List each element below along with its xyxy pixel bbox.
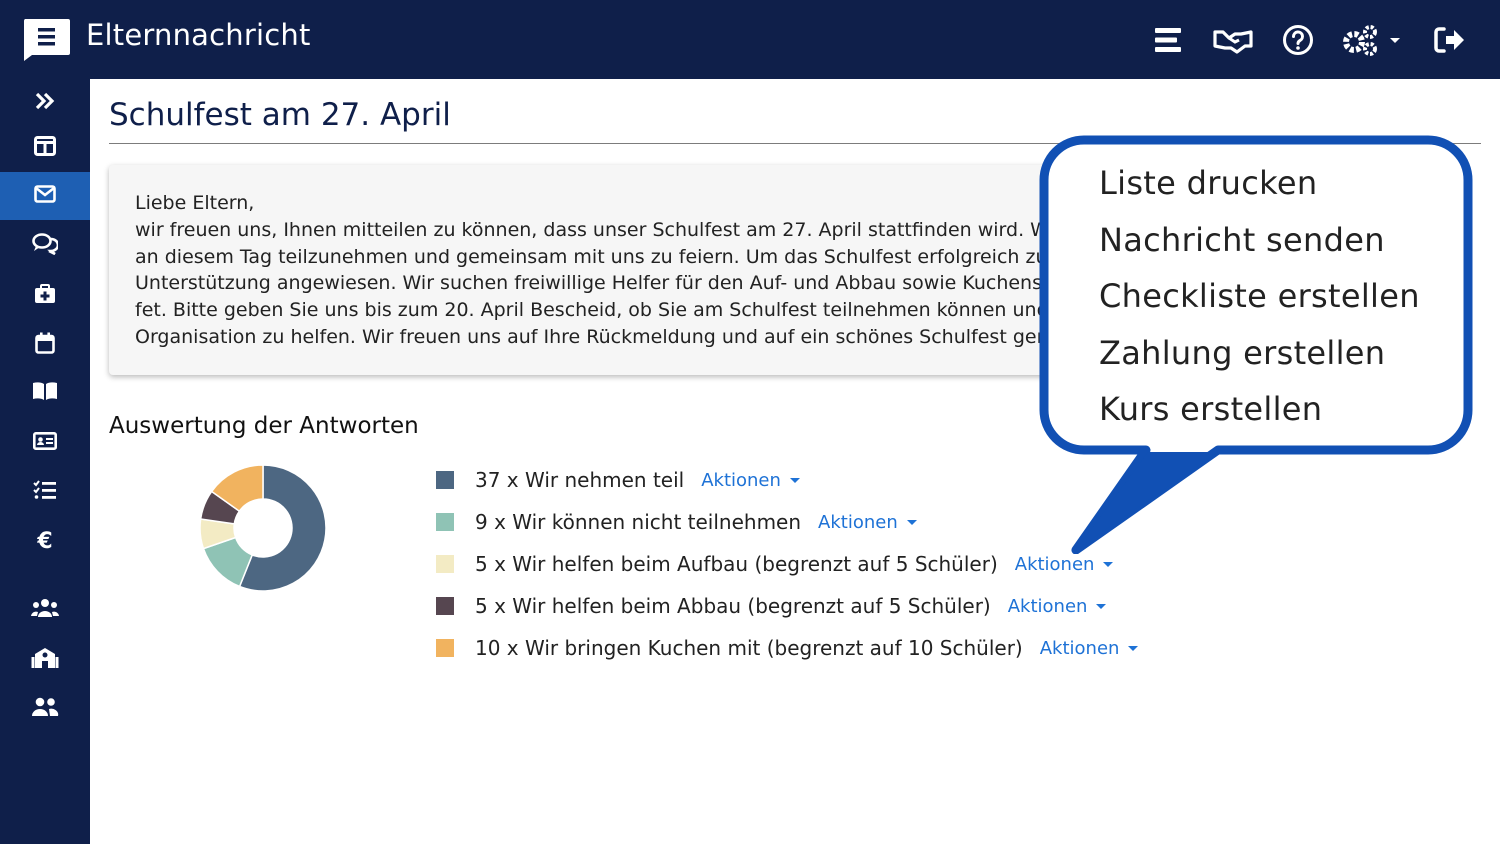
aktionen-dropdown[interactable]: Aktionen bbox=[818, 512, 917, 533]
legend-swatch bbox=[436, 597, 454, 615]
user-group-icon bbox=[31, 697, 59, 721]
chat-bubbles-icon bbox=[32, 233, 60, 259]
help-circle-icon[interactable] bbox=[1280, 22, 1316, 58]
sidebar-item-groups[interactable] bbox=[0, 685, 90, 733]
caret-down-icon bbox=[1103, 561, 1114, 567]
legend-label: 37 x Wir nehmen teil bbox=[475, 468, 685, 492]
app-title: Elternnachricht bbox=[86, 18, 311, 52]
double-chevron-right-icon bbox=[35, 92, 55, 114]
first-aid-kit-icon bbox=[34, 284, 56, 308]
sidebar: € bbox=[0, 79, 90, 844]
sidebar-item-payments[interactable]: € bbox=[0, 517, 90, 565]
school-icon bbox=[31, 647, 59, 673]
book-icon bbox=[32, 381, 58, 405]
legend-swatch bbox=[436, 471, 454, 489]
aktionen-dropdown[interactable]: Aktionen bbox=[1008, 596, 1107, 617]
menu-item-create-course[interactable]: Kurs erstellen bbox=[1099, 390, 1322, 428]
sidebar-item-school[interactable] bbox=[0, 636, 90, 684]
legend-swatch bbox=[436, 513, 454, 531]
sidebar-item-library[interactable] bbox=[0, 369, 90, 417]
legend-label: 5 x Wir helfen beim Abbau (begrenzt auf … bbox=[475, 594, 991, 618]
legend-row: 5 x Wir helfen beim Aufbau (begrenzt auf… bbox=[436, 549, 1114, 579]
caret-down-icon bbox=[1096, 603, 1107, 609]
logout-icon[interactable] bbox=[1432, 22, 1468, 58]
legend-row: 5 x Wir helfen beim Abbau (begrenzt auf … bbox=[436, 591, 1107, 621]
legend-row: 37 x Wir nehmen teil Aktionen bbox=[436, 465, 800, 495]
message-card: Liebe Eltern, wir freuen uns, Ihnen mitt… bbox=[109, 165, 1109, 375]
top-bar: Elternnachricht bbox=[0, 0, 1500, 79]
aktionen-label: Aktionen bbox=[701, 469, 781, 491]
message-body: Liebe Eltern, wir freuen uns, Ihnen mitt… bbox=[135, 192, 1109, 348]
results-title: Auswertung der Antworten bbox=[109, 413, 419, 439]
aktionen-dropdown[interactable]: Aktionen bbox=[701, 470, 800, 491]
menu-item-send-message[interactable]: Nachricht senden bbox=[1099, 221, 1385, 259]
menu-item-create-checklist[interactable]: Checkliste erstellen bbox=[1099, 277, 1420, 315]
legend-swatch bbox=[436, 555, 454, 573]
aktionen-label: Aktionen bbox=[1039, 637, 1120, 659]
sidebar-item-health[interactable] bbox=[0, 272, 90, 320]
page-title: Schulfest am 27. April bbox=[109, 97, 451, 133]
aktionen-dropdown[interactable]: Aktionen bbox=[1015, 554, 1114, 575]
sidebar-item-dashboard[interactable] bbox=[0, 124, 90, 172]
menu-item-print-list[interactable]: Liste drucken bbox=[1099, 164, 1317, 202]
id-card-icon bbox=[32, 431, 57, 454]
legend-label: 10 x Wir bringen Kuchen mit (begrenzt au… bbox=[475, 636, 1023, 660]
handshake-icon[interactable] bbox=[1213, 22, 1253, 58]
aktionen-label: Aktionen bbox=[1007, 595, 1088, 617]
aktionen-label: Aktionen bbox=[818, 511, 898, 533]
users-icon bbox=[31, 598, 59, 622]
envelope-icon bbox=[34, 185, 56, 207]
sidebar-item-calendar[interactable] bbox=[0, 321, 90, 369]
sidebar-item-contacts[interactable] bbox=[0, 419, 90, 467]
sidebar-item-messages[interactable] bbox=[0, 172, 90, 220]
legend-label: 9 x Wir können nicht teilnehmen bbox=[475, 510, 802, 534]
legend-row: 9 x Wir können nicht teilnehmen Aktionen bbox=[436, 507, 917, 537]
results-donut-chart bbox=[199, 464, 327, 592]
euro-icon: € bbox=[37, 528, 53, 554]
sidebar-expand-item[interactable] bbox=[0, 79, 90, 127]
legend-row: 10 x Wir bringen Kuchen mit (begrenzt au… bbox=[436, 633, 1139, 663]
settings-gears-icon[interactable] bbox=[1340, 22, 1404, 58]
legend-swatch bbox=[436, 639, 454, 657]
menu-icon[interactable] bbox=[1150, 22, 1186, 58]
checklist-icon bbox=[33, 480, 57, 504]
caret-down-icon bbox=[906, 519, 917, 525]
calendar-icon bbox=[35, 332, 55, 358]
sidebar-item-tasks[interactable] bbox=[0, 468, 90, 516]
dashboard-icon bbox=[34, 136, 56, 160]
caret-down-icon bbox=[1128, 645, 1139, 651]
aktionen-label: Aktionen bbox=[1014, 553, 1095, 575]
aktionen-dropdown[interactable]: Aktionen bbox=[1040, 638, 1139, 659]
caret-down-icon bbox=[789, 477, 800, 483]
sidebar-item-users[interactable] bbox=[0, 586, 90, 634]
menu-item-create-payment[interactable]: Zahlung erstellen bbox=[1099, 334, 1385, 372]
sidebar-item-chat[interactable] bbox=[0, 222, 90, 270]
legend-label: 5 x Wir helfen beim Aufbau (begrenzt auf… bbox=[475, 552, 998, 576]
app-logo-icon[interactable] bbox=[22, 17, 71, 61]
